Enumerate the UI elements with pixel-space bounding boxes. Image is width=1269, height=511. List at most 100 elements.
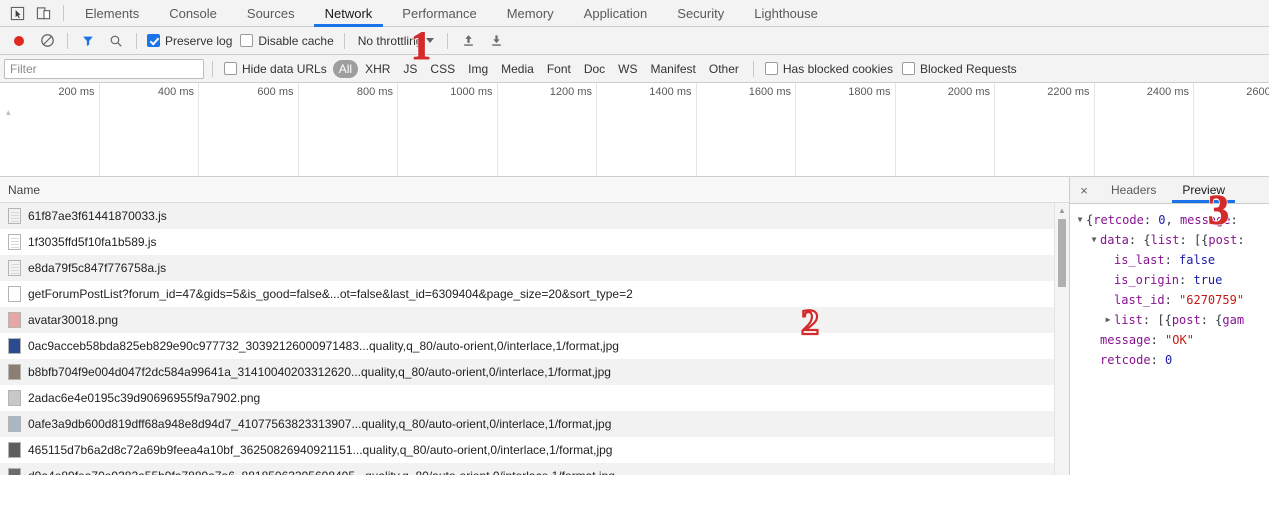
- json-line[interactable]: is_origin: true: [1074, 270, 1269, 290]
- close-icon[interactable]: ×: [1070, 177, 1098, 203]
- tab-headers[interactable]: Headers: [1098, 177, 1169, 203]
- expand-triangle-down-icon[interactable]: ▼: [1088, 230, 1100, 250]
- disable-cache-checkbox[interactable]: Disable cache: [237, 34, 336, 48]
- throttling-dropdown[interactable]: No throttling: [352, 34, 441, 48]
- table-row[interactable]: 0afe3a9db600d819dff68a948e8d94d7_4107756…: [0, 411, 1069, 437]
- filter-icon[interactable]: [75, 30, 101, 52]
- import-har-icon[interactable]: [455, 30, 481, 52]
- json-line[interactable]: is_last: false: [1074, 250, 1269, 270]
- table-row[interactable]: 1f3035ffd5f10fa1b589.js: [0, 229, 1069, 255]
- filter-type-font[interactable]: Font: [541, 60, 577, 78]
- filter-type-manifest[interactable]: Manifest: [645, 60, 702, 78]
- network-toolbar: Preserve log Disable cache No throttling: [0, 27, 1269, 55]
- filter-type-img[interactable]: Img: [462, 60, 494, 78]
- filter-type-js[interactable]: JS: [397, 60, 423, 78]
- table-row[interactable]: 61f87ae3f61441870033.js: [0, 203, 1069, 229]
- timeline-tick-label: 400 ms: [157, 86, 194, 98]
- json-token: data: [1100, 233, 1129, 247]
- detail-tabbar: × Headers Preview: [1070, 177, 1269, 204]
- json-token: : {: [1128, 233, 1151, 247]
- resource-type-filters: All XHR JS CSS Img Media Font Doc WS Man…: [332, 59, 745, 78]
- toolbar-divider-2: [136, 32, 137, 49]
- filter-type-all[interactable]: All: [332, 59, 359, 78]
- thumbnail-swatch: [9, 469, 20, 475]
- request-list-header[interactable]: Name: [0, 177, 1069, 203]
- network-overview-timeline[interactable]: 200 ms 400 ms 600 ms 800 ms 1000 ms 1200 ms 14…: [0, 83, 1269, 177]
- tab-security[interactable]: Security: [662, 0, 739, 27]
- tab-sources[interactable]: Sources: [232, 0, 310, 27]
- table-row[interactable]: 465115d7b6a2d8c72a69b9feea4a10bf_3625082…: [0, 437, 1069, 463]
- json-token: gam: [1222, 313, 1245, 327]
- request-name: avatar30018.png: [28, 313, 119, 327]
- tab-console[interactable]: Console: [154, 0, 232, 27]
- filter-type-css[interactable]: CSS: [424, 60, 461, 78]
- image-file-icon: [8, 338, 21, 354]
- thumbnail-swatch: [9, 313, 20, 327]
- has-blocked-cookies-label: Has blocked cookies: [782, 61, 893, 76]
- request-name: 0afe3a9db600d819dff68a948e8d94d7_4107756…: [28, 417, 612, 431]
- json-token: : [{: [1179, 233, 1209, 247]
- tab-lighthouse[interactable]: Lighthouse: [739, 0, 833, 27]
- request-detail-panel: × Headers Preview ▼{retcode: 0, message:…: [1070, 177, 1269, 475]
- tab-performance[interactable]: Performance: [387, 0, 491, 27]
- tab-network[interactable]: Network: [310, 0, 388, 27]
- thumbnail-swatch: [9, 417, 20, 431]
- json-line[interactable]: ▼{retcode: 0, message:: [1074, 210, 1269, 230]
- filter-type-doc[interactable]: Doc: [578, 60, 611, 78]
- filter-type-xhr[interactable]: XHR: [359, 60, 396, 78]
- timeline-tick: 1400 ms: [597, 83, 697, 176]
- table-row[interactable]: e8da79f5c847f776758a.js: [0, 255, 1069, 281]
- script-file-icon: [8, 208, 21, 224]
- preview-json-tree[interactable]: ▼{retcode: 0, message: ▼ data: {list: [{po…: [1070, 204, 1269, 370]
- clear-icon[interactable]: [34, 30, 60, 52]
- json-token: :: [1237, 233, 1245, 247]
- scroll-up-arrow-icon[interactable]: ▲: [1055, 203, 1069, 217]
- scrollbar-thumb[interactable]: [1058, 219, 1066, 287]
- hide-data-urls-checkbox[interactable]: Hide data URLs: [221, 62, 330, 76]
- request-name: 2adac6e4e0195c39d90696955f9a7902.png: [28, 391, 261, 405]
- toolbar-divider-3: [343, 32, 345, 49]
- preserve-log-checkbox[interactable]: Preserve log: [144, 34, 235, 48]
- disable-cache-box-icon: [240, 34, 254, 47]
- tab-elements[interactable]: Elements: [70, 0, 154, 27]
- export-har-icon[interactable]: [483, 30, 509, 52]
- table-row[interactable]: avatar30018.png: [0, 307, 1069, 333]
- expand-triangle-down-icon[interactable]: ▼: [1074, 210, 1086, 230]
- script-file-icon: [8, 260, 21, 276]
- record-button[interactable]: [6, 30, 32, 52]
- filter-type-ws[interactable]: WS: [612, 60, 643, 78]
- json-line[interactable]: last_id: "6270759": [1074, 290, 1269, 310]
- json-token: : {: [1200, 313, 1223, 327]
- json-token: 0: [1158, 213, 1166, 227]
- search-icon[interactable]: [103, 30, 129, 52]
- filter-input[interactable]: [4, 58, 204, 79]
- json-line[interactable]: message: "OK": [1074, 330, 1269, 350]
- filter-type-css-label: CSS: [430, 61, 456, 76]
- tab-memory[interactable]: Memory: [492, 0, 569, 27]
- expand-triangle-right-icon[interactable]: ▶: [1102, 310, 1114, 330]
- blocked-requests-checkbox[interactable]: Blocked Requests: [899, 62, 1020, 76]
- device-toolbar-icon[interactable]: [30, 1, 56, 25]
- timeline-tick-label: 1800 ms: [848, 86, 891, 98]
- table-row[interactable]: d9a4e89fea70e9382a55b9fa7889a7a6_8818506…: [0, 463, 1069, 475]
- request-list-scrollbar[interactable]: ▲: [1054, 203, 1069, 475]
- devtools-window: Elements Console Sources Network Perform…: [0, 0, 1269, 511]
- table-row[interactable]: 2adac6e4e0195c39d90696955f9a7902.png: [0, 385, 1069, 411]
- overview-grabber-icon[interactable]: ▴: [6, 108, 13, 117]
- json-line[interactable]: ▶ list: [{post: {gam: [1074, 310, 1269, 330]
- tab-application[interactable]: Application: [569, 0, 663, 27]
- filter-type-ws-label: WS: [618, 61, 638, 76]
- tab-preview[interactable]: Preview: [1169, 177, 1238, 203]
- filter-type-media[interactable]: Media: [495, 60, 540, 78]
- preserve-log-label: Preserve log: [165, 33, 233, 48]
- json-line[interactable]: retcode: 0: [1074, 350, 1269, 370]
- table-row[interactable]: b8bfb704f9e004d047f2dc584a99641a_3141004…: [0, 359, 1069, 385]
- table-row[interactable]: 0ac9acceb58bda825eb829e90c977732_3039212…: [0, 333, 1069, 359]
- timeline-tick: 1200 ms: [498, 83, 597, 176]
- filter-type-other[interactable]: Other: [703, 60, 745, 78]
- hide-data-urls-box-icon: [224, 62, 237, 75]
- json-line[interactable]: ▼ data: {list: [{post:: [1074, 230, 1269, 250]
- table-row[interactable]: getForumPostList?forum_id=47&gids=5&is_g…: [0, 281, 1069, 307]
- inspect-element-icon[interactable]: [4, 1, 30, 25]
- has-blocked-cookies-checkbox[interactable]: Has blocked cookies: [762, 62, 896, 76]
